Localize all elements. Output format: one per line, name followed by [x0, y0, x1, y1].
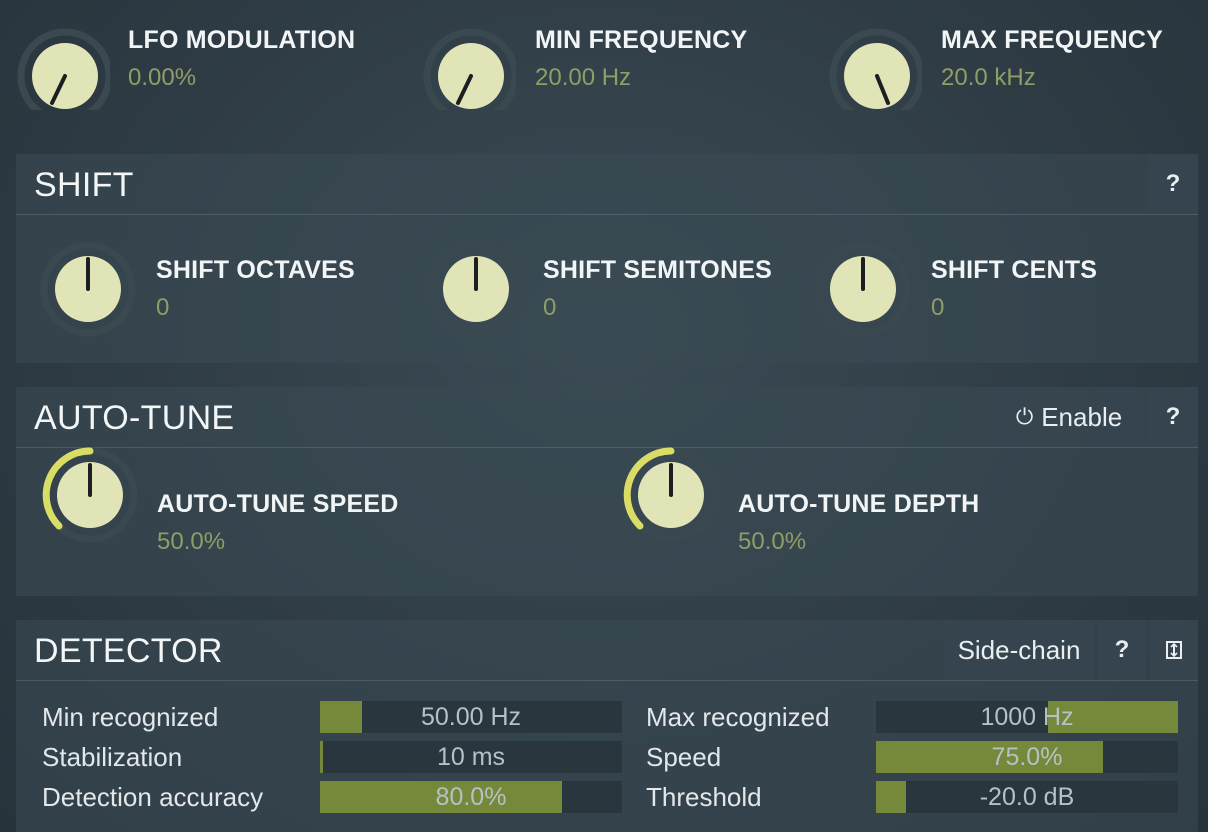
- panel-title: DETECTOR: [34, 632, 223, 670]
- knob-value: 0: [156, 294, 170, 321]
- sidechain-button[interactable]: Side-chain: [944, 620, 1094, 680]
- enable-button[interactable]: ⏻ Enable: [996, 387, 1142, 447]
- knob-value: 0: [543, 294, 557, 321]
- knob-icon: [423, 28, 516, 110]
- knob-value: 0: [931, 294, 945, 321]
- collapse-icon: [1166, 641, 1182, 659]
- panel-title: SHIFT: [34, 166, 134, 204]
- knob-value: 20.00 Hz: [535, 64, 632, 91]
- knob-title: SHIFT OCTAVES: [156, 256, 355, 284]
- panel-title: AUTO-TUNE: [34, 399, 235, 437]
- param-label: Threshold: [646, 782, 762, 812]
- help-button[interactable]: ?: [1098, 620, 1146, 680]
- knob-title: SHIFT CENTS: [931, 256, 1098, 284]
- param-label: Speed: [646, 742, 722, 772]
- knob-title: MIN FREQUENCY: [535, 26, 748, 54]
- panel-header: DETECTOR Side-chain ?: [16, 620, 1198, 681]
- param-label: Max recognized: [646, 702, 830, 732]
- param-label: Min recognized: [42, 702, 219, 732]
- knob-shift-octaves[interactable]: [38, 239, 138, 339]
- knob-min-frequency[interactable]: [416, 10, 516, 110]
- panel-header: AUTO-TUNE ⏻ Enable ?: [16, 387, 1198, 448]
- slider-value: 50.00 Hz: [420, 702, 522, 731]
- knob-lfo-modulation[interactable]: [10, 10, 110, 110]
- knob-icon: [42, 447, 138, 543]
- knob-value: 20.0 kHz: [941, 64, 1036, 91]
- knob-title: LFO MODULATION: [128, 26, 356, 54]
- knob-title: AUTO-TUNE SPEED: [157, 490, 399, 518]
- autotune-panel: AUTO-TUNE ⏻ Enable ? AUTO-TUNE SPEED 50.…: [16, 387, 1198, 596]
- knob-shift-cents[interactable]: [813, 239, 913, 339]
- knob-title: MAX FREQUENCY: [941, 26, 1164, 54]
- slider-value: -20.0 dB: [979, 782, 1075, 811]
- expand-button[interactable]: [1150, 620, 1198, 680]
- help-button[interactable]: ?: [1148, 154, 1198, 214]
- slider-value: 80.0%: [435, 782, 507, 811]
- knob-icon: [17, 28, 110, 110]
- knob-autotune-depth[interactable]: [619, 445, 719, 545]
- knob-title: SHIFT SEMITONES: [543, 256, 772, 284]
- shift-panel: SHIFT ? SHIFT OCTAVES 0 SHIFT SEMITONES …: [16, 154, 1198, 363]
- slider-value: 75.0%: [991, 742, 1063, 771]
- threshold-slider[interactable]: -20.0 dB: [876, 781, 1178, 813]
- knob-icon: [829, 28, 922, 110]
- enable-label: Enable: [1041, 401, 1123, 432]
- param-label: Stabilization: [42, 742, 183, 772]
- knob-max-frequency[interactable]: [822, 10, 922, 110]
- detection-accuracy-slider[interactable]: 80.0%: [320, 781, 622, 813]
- knob-value: 50.0%: [738, 528, 807, 555]
- max-recognized-slider[interactable]: 1000 Hz: [876, 701, 1178, 733]
- slider-value: 1000 Hz: [980, 702, 1074, 731]
- knob-autotune-speed[interactable]: [38, 445, 138, 545]
- detector-panel: DETECTOR Side-chain ? Min recognized 50.…: [16, 620, 1198, 832]
- help-button[interactable]: ?: [1148, 387, 1198, 447]
- knob-icon: [623, 447, 719, 543]
- panel-header: SHIFT ?: [16, 154, 1198, 215]
- slider-value: 10 ms: [436, 742, 506, 771]
- knob-value: 50.0%: [157, 528, 226, 555]
- speed-slider[interactable]: 75.0%: [876, 741, 1178, 773]
- knob-icon: [428, 241, 524, 337]
- knob-shift-semitones[interactable]: [426, 239, 526, 339]
- param-label: Detection accuracy: [42, 782, 264, 812]
- knob-title: AUTO-TUNE DEPTH: [738, 490, 980, 518]
- knob-value: 0.00%: [128, 64, 197, 91]
- min-recognized-slider[interactable]: 50.00 Hz: [320, 701, 622, 733]
- knob-icon: [40, 241, 136, 337]
- knob-icon: [815, 241, 911, 337]
- stabilization-slider[interactable]: 10 ms: [320, 741, 622, 773]
- power-icon: ⏻: [1015, 404, 1034, 429]
